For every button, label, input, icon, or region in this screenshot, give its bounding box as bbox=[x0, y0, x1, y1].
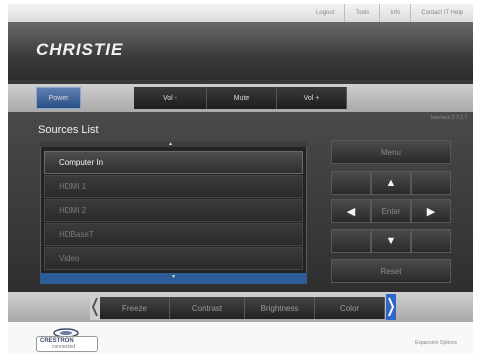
left-arrow-icon: ◀ bbox=[346, 205, 356, 218]
freeze-button[interactable]: Freeze bbox=[100, 297, 170, 319]
mute-button[interactable]: Mute bbox=[207, 87, 277, 109]
down-button[interactable]: ▼ bbox=[371, 229, 411, 253]
logout-link[interactable]: Logout bbox=[306, 4, 344, 22]
crestron-logo-subtext: connected bbox=[52, 344, 76, 350]
right-button[interactable]: ▶ bbox=[411, 199, 451, 223]
scroll-down-icon[interactable]: ▼ bbox=[171, 274, 176, 280]
header: CHRISTIE bbox=[8, 22, 473, 80]
scroll-right-icon[interactable] bbox=[386, 294, 396, 320]
pad-bottom-right bbox=[411, 229, 451, 253]
version-label: Interface 2.7.2.7 bbox=[430, 115, 467, 121]
scroll-up-bar[interactable] bbox=[40, 141, 307, 147]
menu-button[interactable]: Menu bbox=[331, 140, 451, 164]
volume-up-button[interactable]: Vol + bbox=[277, 87, 347, 109]
source-item-hdbaset[interactable]: HDBaseT bbox=[44, 223, 303, 246]
color-button[interactable]: Color bbox=[315, 297, 385, 319]
pad-bottom-left bbox=[331, 229, 371, 253]
crestron-connected-logo[interactable]: CRESTRON connected bbox=[36, 336, 98, 352]
enter-button[interactable]: Enter bbox=[371, 199, 411, 223]
source-item-computer-in[interactable]: Computer In bbox=[44, 151, 303, 174]
left-button[interactable]: ◀ bbox=[331, 199, 371, 223]
source-item-hdmi-1[interactable]: HDMI 1 bbox=[44, 175, 303, 198]
sources-list-title: Sources List bbox=[38, 124, 99, 136]
source-item-video[interactable]: Video bbox=[44, 247, 303, 270]
expansion-options-link[interactable]: Expansion Options bbox=[415, 340, 457, 346]
christie-logo: CHRISTIE bbox=[36, 40, 124, 59]
up-arrow-icon: ▲ bbox=[385, 177, 397, 189]
pad-top-right bbox=[411, 171, 451, 195]
down-arrow-icon: ▼ bbox=[385, 235, 397, 247]
volume-down-button[interactable]: Vol - bbox=[134, 87, 207, 109]
up-button[interactable]: ▲ bbox=[371, 171, 411, 195]
tools-link[interactable]: Tools bbox=[344, 4, 379, 22]
scroll-left-icon[interactable] bbox=[90, 294, 100, 320]
contact-it-help-link[interactable]: Contact IT Help bbox=[410, 4, 473, 22]
scroll-up-icon[interactable]: ▲ bbox=[168, 141, 173, 147]
source-item-hdmi-2[interactable]: HDMI 2 bbox=[44, 199, 303, 222]
brightness-button[interactable]: Brightness bbox=[245, 297, 315, 319]
info-link[interactable]: Info bbox=[379, 4, 410, 22]
right-arrow-icon: ▶ bbox=[426, 205, 436, 218]
reset-button[interactable]: Reset bbox=[331, 259, 451, 283]
pad-top-left bbox=[331, 171, 371, 195]
power-button[interactable]: Power bbox=[36, 87, 81, 109]
contrast-button[interactable]: Contrast bbox=[170, 297, 245, 319]
top-nav: Logout Tools Info Contact IT Help bbox=[8, 4, 473, 22]
